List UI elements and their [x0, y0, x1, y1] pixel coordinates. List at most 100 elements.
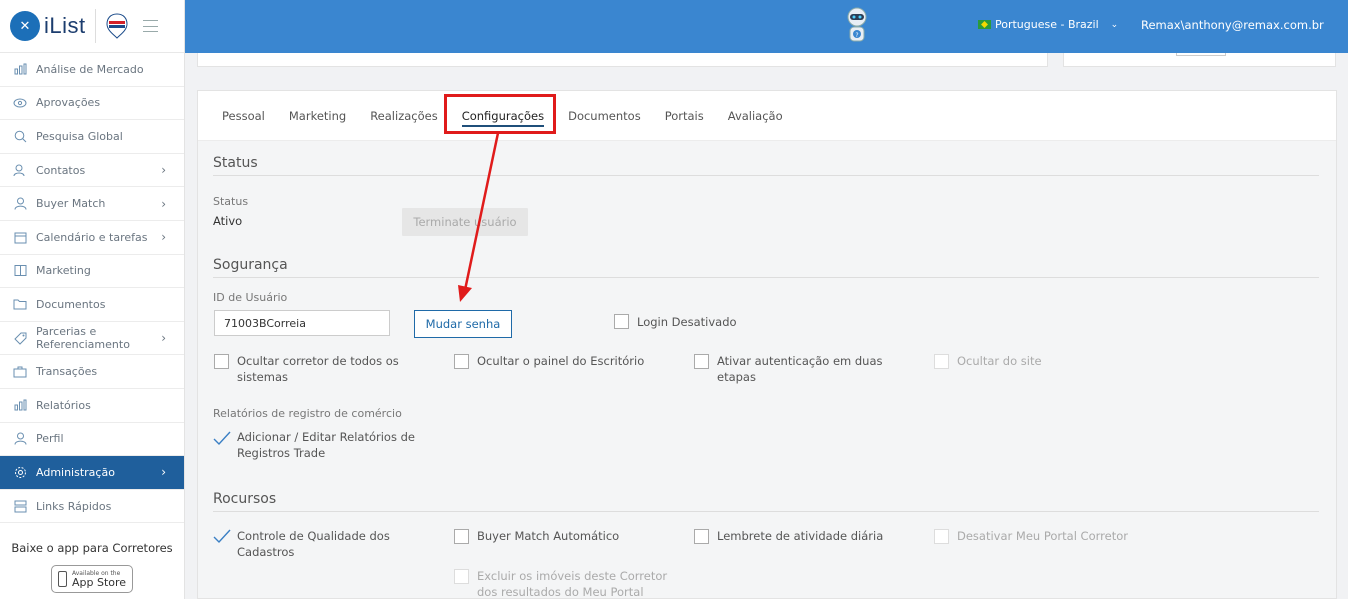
tab-portais[interactable]: Portais	[653, 91, 716, 141]
sidebar-item-label: Marketing	[36, 264, 91, 278]
sidebar-item-label: Contatos	[36, 163, 86, 177]
contacts-icon	[12, 163, 28, 177]
svg-text:?: ?	[855, 32, 858, 39]
user-id-label: ID de Usuário	[213, 291, 288, 304]
status-section-title: Status	[213, 155, 258, 171]
sidebar-item-links-rapidos[interactable]: Links Rápidos	[0, 490, 184, 524]
language-selector[interactable]: Portuguese - Brazil ⌄	[978, 18, 1118, 31]
terminate-user-button[interactable]: Terminate usuário	[402, 208, 528, 236]
bar-chart-icon	[12, 398, 28, 412]
sidebar-item-label: Administração	[36, 465, 115, 479]
buyer-match-auto-label: Buyer Match Automático	[477, 529, 620, 543]
app-store-badge[interactable]: Available on the App Store	[51, 565, 133, 594]
chevron-right-icon: ›	[161, 331, 166, 346]
user-icon	[12, 432, 28, 446]
sidebar-item-buyer-match[interactable]: Buyer Match ›	[0, 187, 184, 221]
ilist-logo-icon[interactable]: ✕	[10, 11, 40, 41]
disable-portal-label: Desativar Meu Portal Corretor	[957, 529, 1128, 543]
search-icon	[12, 129, 28, 143]
brand-name: iList	[44, 13, 86, 38]
eye-icon	[12, 96, 28, 110]
settings-card: Pessoal Marketing Realizações Configuraç…	[197, 90, 1337, 599]
sidebar-item-label: Perfil	[36, 432, 64, 446]
brand-divider	[94, 9, 96, 43]
status-label: Status	[213, 195, 249, 208]
tab-realizacoes[interactable]: Realizações	[358, 91, 450, 141]
sidebar-item-label: Buyer Match	[36, 197, 106, 211]
sidebar-item-label: Análise de Mercado	[36, 62, 144, 76]
sidebar-item-relatorios[interactable]: Relatórios	[0, 389, 184, 423]
tag-icon	[12, 331, 28, 345]
calendar-icon	[12, 230, 28, 244]
hide-office-panel-label: Ocultar o painel do Escritório	[477, 354, 645, 368]
chevron-right-icon: ›	[161, 196, 166, 211]
sidebar-item-marketing[interactable]: Marketing	[0, 255, 184, 289]
side-card-top	[1063, 53, 1336, 67]
disable-portal-checkbox[interactable]	[934, 529, 949, 544]
sidebar-item-transacoes[interactable]: Transações	[0, 355, 184, 389]
sidebar-item-perfil[interactable]: Perfil	[0, 423, 184, 457]
hide-agent-checkbox[interactable]	[214, 354, 229, 369]
sidebar-nav: Análise de Mercado Aprovações Pesquisa G…	[0, 53, 184, 524]
checkmark-icon[interactable]	[213, 528, 231, 544]
chevron-right-icon: ›	[161, 465, 166, 480]
sidebar-item-label: Pesquisa Global	[36, 129, 123, 143]
section-divider	[213, 277, 1319, 278]
hamburger-menu-icon[interactable]	[142, 20, 158, 32]
bar-chart-icon	[12, 62, 28, 76]
user-id-field[interactable]: 71003BCorreia	[214, 310, 390, 336]
checkmark-icon[interactable]	[213, 430, 231, 446]
buyer-match-auto-checkbox[interactable]	[454, 529, 469, 544]
two-factor-checkbox[interactable]	[694, 354, 709, 369]
exclude-listings-label: Excluir os imóveis deste Corretor dos re…	[477, 569, 668, 599]
apple-icon	[58, 571, 67, 588]
user-icon	[12, 197, 28, 211]
daily-reminder-checkbox[interactable]	[694, 529, 709, 544]
change-password-button[interactable]: Mudar senha	[414, 310, 512, 338]
sidebar-item-label: Transações	[36, 365, 98, 379]
sidebar-item-aprovacoes[interactable]: Aprovações	[0, 87, 184, 121]
robot-assistant-icon[interactable]: ?	[842, 7, 872, 47]
sidebar-item-analise-mercado[interactable]: Análise de Mercado	[0, 53, 184, 87]
sidebar-item-label: Documentos	[36, 297, 106, 311]
book-icon	[12, 264, 28, 278]
sidebar: ✕ iList Análise de Mercado Aprovações Pe…	[0, 0, 185, 599]
folder-icon	[12, 297, 28, 311]
hide-office-panel-checkbox[interactable]	[454, 354, 469, 369]
chevron-down-icon: ⌄	[1110, 19, 1119, 30]
login-disabled-checkbox[interactable]	[614, 314, 629, 329]
sidebar-item-label: Aprovações	[36, 96, 101, 110]
language-label: Portuguese - Brazil	[995, 18, 1099, 31]
sidebar-item-label: Parcerias e Referenciamento	[36, 325, 130, 352]
sidebar-item-administracao[interactable]: Administração ›	[0, 456, 184, 490]
gear-icon	[12, 465, 28, 479]
tab-documentos[interactable]: Documentos	[556, 91, 653, 141]
status-value: Ativo	[213, 214, 243, 228]
daily-reminder-label: Lembrete de atividade diária	[717, 529, 884, 543]
security-section-title: Sogurança	[213, 257, 288, 273]
sidebar-item-calendario[interactable]: Calendário e tarefas ›	[0, 221, 184, 255]
two-factor-label: Ativar autenticação em duas etapas	[717, 354, 883, 384]
sidebar-item-pesquisa-global[interactable]: Pesquisa Global	[0, 120, 184, 154]
exclude-listings-checkbox[interactable]	[454, 569, 469, 584]
briefcase-icon	[12, 365, 28, 379]
tab-pessoal[interactable]: Pessoal	[210, 91, 277, 141]
side-card-button[interactable]	[1176, 53, 1226, 56]
hide-agent-label: Ocultar corretor de todos os sistemas	[237, 354, 399, 384]
user-account-menu[interactable]: Remax\anthony@remax.com.br	[1141, 18, 1324, 32]
tab-avaliacao[interactable]: Avaliação	[716, 91, 795, 141]
sidebar-item-parcerias[interactable]: Parcerias e Referenciamento ›	[0, 322, 184, 356]
hide-site-label: Ocultar do site	[957, 354, 1042, 368]
app-download-text: Baixe o app para Corretores	[11, 541, 173, 556]
sidebar-item-documentos[interactable]: Documentos	[0, 288, 184, 322]
quality-control-label: Controle de Qualidade dos Cadastros	[237, 529, 390, 559]
resources-section-title: Rocursos	[213, 491, 277, 507]
sidebar-item-contatos[interactable]: Contatos ›	[0, 154, 184, 188]
sidebar-item-label: Relatórios	[36, 398, 91, 412]
hide-site-checkbox[interactable]	[934, 354, 949, 369]
tab-marketing[interactable]: Marketing	[277, 91, 358, 141]
profile-card-top	[197, 53, 1048, 67]
appstore-big-text: App Store	[72, 576, 127, 590]
sidebar-item-label: Links Rápidos	[36, 499, 112, 513]
chevron-right-icon: ›	[161, 163, 166, 178]
